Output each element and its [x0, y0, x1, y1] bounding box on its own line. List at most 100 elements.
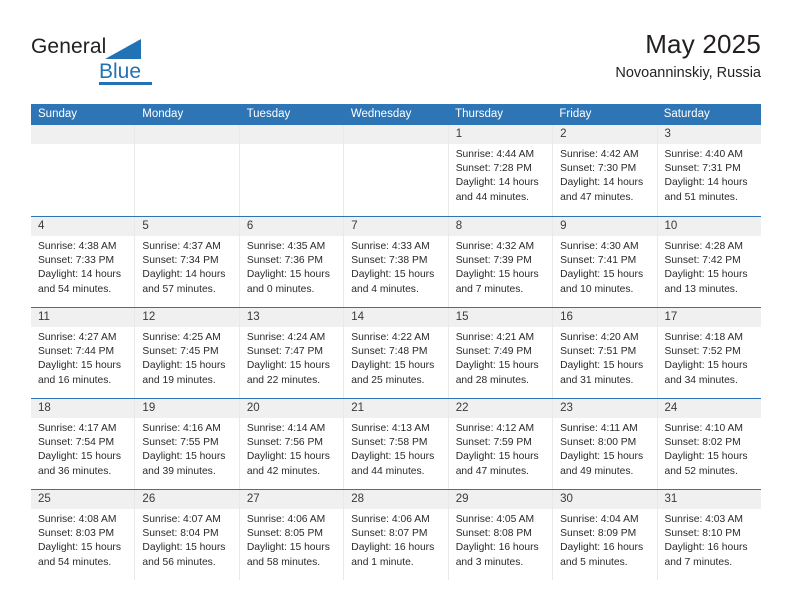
- calendar-day-cell[interactable]: 16 Sunrise: 4:20 AM Sunset: 7:51 PM Dayligh…: [553, 308, 658, 398]
- day-number: 23: [553, 399, 657, 418]
- calendar-day-cell[interactable]: 3 Sunrise: 4:40 AM Sunset: 7:31 PM Daylight…: [657, 125, 761, 216]
- calendar-day-cell[interactable]: 14 Sunrise: 4:22 AM Sunset: 7:48 PM Dayligh…: [344, 308, 449, 398]
- day-number: 8: [448, 217, 553, 236]
- sunrise-text: Sunrise: 4:17 AM: [38, 423, 117, 434]
- day-details: Sunrise: 4:38 AM Sunset: 7:33 PM Daylight:…: [31, 236, 134, 297]
- calendar-week-row: 1 Sunrise: 4:44 AM Sunset: 7:28 PM Daylight…: [31, 125, 761, 216]
- general-blue-logo[interactable]: General Blue: [31, 36, 221, 92]
- weekday-monday: Monday: [142, 108, 184, 120]
- sunset-text: Sunset: 8:09 PM: [560, 528, 637, 540]
- calendar-page: General Blue May 2025 Novoanninskiy, Rus…: [0, 0, 792, 612]
- day-number: 26: [135, 490, 239, 509]
- day-number: 21: [344, 399, 448, 418]
- sunset-text: Sunset: 7:38 PM: [351, 255, 428, 267]
- day-number: 27: [239, 490, 344, 509]
- sunset-text: Sunset: 8:07 PM: [351, 528, 428, 540]
- calendar-day-cell[interactable]: 6 Sunrise: 4:35 AM Sunset: 7:36 PM Daylight…: [239, 217, 345, 307]
- calendar-day-cell[interactable]: 1 Sunrise: 4:44 AM Sunset: 7:28 PM Daylight…: [448, 125, 554, 216]
- sunrise-text: Sunrise: 4:25 AM: [142, 332, 221, 343]
- calendar-day-cell[interactable]: 25 Sunrise: 4:08 AM Sunset: 8:03 PM Dayligh…: [31, 490, 136, 580]
- calendar-day-cell[interactable]: 8 Sunrise: 4:32 AM Sunset: 7:39 PM Daylight…: [448, 217, 554, 307]
- sunrise-text: Sunrise: 4:27 AM: [38, 332, 117, 343]
- calendar-day-cell[interactable]: 13 Sunrise: 4:24 AM Sunset: 7:47 PM Dayligh…: [239, 308, 345, 398]
- day-number: [135, 125, 239, 144]
- day-details: Sunrise: 4:08 AM Sunset: 8:03 PM Daylight:…: [31, 509, 134, 570]
- day-number: 31: [657, 490, 761, 509]
- day-details: Sunrise: 4:14 AM Sunset: 7:56 PM Daylight:…: [240, 418, 343, 479]
- calendar-day-cell[interactable]: 27 Sunrise: 4:06 AM Sunset: 8:05 PM Dayligh…: [239, 490, 345, 580]
- sunrise-text: Sunrise: 4:30 AM: [560, 241, 639, 252]
- calendar-day-cell[interactable]: 24 Sunrise: 4:10 AM Sunset: 8:02 PM Dayligh…: [657, 399, 761, 489]
- sunset-text: Sunset: 7:58 PM: [351, 437, 428, 449]
- calendar-day-cell[interactable]: 21 Sunrise: 4:13 AM Sunset: 7:58 PM Dayligh…: [344, 399, 449, 489]
- sunset-text: Sunset: 8:10 PM: [664, 528, 741, 540]
- calendar-day-cell[interactable]: 19 Sunrise: 4:16 AM Sunset: 7:55 PM Dayligh…: [135, 399, 240, 489]
- day-number: 2: [553, 125, 657, 144]
- sunset-text: Sunset: 8:03 PM: [38, 528, 115, 540]
- day-number: [239, 125, 344, 144]
- sunset-text: Sunset: 7:34 PM: [142, 255, 219, 267]
- sunrise-text: Sunrise: 4:24 AM: [246, 332, 326, 343]
- day-details: Sunrise: 4:33 AM Sunset: 7:38 PM Daylight:…: [344, 236, 447, 297]
- weekday-header-row: Sunday Monday Tuesday Wednesday Thursday…: [31, 104, 761, 125]
- sunset-text: Sunset: 7:52 PM: [664, 346, 741, 358]
- calendar-day-cell[interactable]: 11 Sunrise: 4:27 AM Sunset: 7:44 PM Dayligh…: [31, 308, 136, 398]
- calendar-day-cell[interactable]: 9 Sunrise: 4:30 AM Sunset: 7:41 PM Daylight…: [553, 217, 658, 307]
- calendar-day-cell[interactable]: 26 Sunrise: 4:07 AM Sunset: 8:04 PM Dayligh…: [135, 490, 240, 580]
- calendar-day-cell[interactable]: 10 Sunrise: 4:28 AM Sunset: 7:42 PM Dayligh…: [657, 217, 761, 307]
- day-details: Sunrise: 4:42 AM Sunset: 7:30 PM Daylight:…: [553, 144, 656, 205]
- calendar-week-row: 25 Sunrise: 4:08 AM Sunset: 8:03 PM Dayligh…: [31, 489, 761, 580]
- calendar-day-cell[interactable]: 4 Sunrise: 4:38 AM Sunset: 7:33 PM Daylight…: [31, 217, 136, 307]
- day-number: 29: [448, 490, 553, 509]
- day-number: 14: [344, 308, 448, 327]
- calendar-day-cell[interactable]: 30 Sunrise: 4:04 AM Sunset: 8:09 PM Dayligh…: [553, 490, 658, 580]
- daylight-text: Daylight: 15 hours and 42 minutes.: [246, 451, 330, 477]
- calendar-day-cell[interactable]: 29 Sunrise: 4:05 AM Sunset: 8:08 PM Dayligh…: [448, 490, 554, 580]
- sunset-text: Sunset: 7:55 PM: [142, 437, 219, 449]
- calendar-day-cell[interactable]: 18 Sunrise: 4:17 AM Sunset: 7:54 PM Dayligh…: [31, 399, 136, 489]
- weekday-friday: Friday: [559, 108, 592, 120]
- calendar-day-cell[interactable]: 20 Sunrise: 4:14 AM Sunset: 7:56 PM Dayligh…: [239, 399, 345, 489]
- day-details: Sunrise: 4:32 AM Sunset: 7:39 PM Daylight:…: [449, 236, 552, 297]
- sunrise-text: Sunrise: 4:32 AM: [455, 241, 535, 252]
- daylight-text: Daylight: 15 hours and 34 minutes.: [664, 360, 748, 386]
- calendar-day-cell[interactable]: 28 Sunrise: 4:06 AM Sunset: 8:07 PM Dayligh…: [344, 490, 449, 580]
- sunrise-text: Sunrise: 4:33 AM: [351, 241, 430, 252]
- calendar-day-cell[interactable]: 31 Sunrise: 4:03 AM Sunset: 8:10 PM Dayligh…: [657, 490, 761, 580]
- daylight-text: Daylight: 15 hours and 13 minutes.: [664, 269, 748, 295]
- sunrise-text: Sunrise: 4:04 AM: [560, 514, 639, 525]
- daylight-text: Daylight: 15 hours and 16 minutes.: [38, 360, 121, 386]
- day-number: [344, 125, 448, 144]
- sunset-text: Sunset: 7:44 PM: [38, 346, 115, 358]
- sunrise-text: Sunrise: 4:12 AM: [455, 423, 535, 434]
- day-details: Sunrise: 4:27 AM Sunset: 7:44 PM Daylight:…: [31, 327, 134, 388]
- daylight-text: Daylight: 15 hours and 4 minutes.: [351, 269, 435, 295]
- calendar-day-cell-empty: [31, 125, 136, 216]
- day-number: 28: [344, 490, 448, 509]
- daylight-text: Daylight: 15 hours and 54 minutes.: [38, 542, 121, 568]
- sunset-text: Sunset: 7:59 PM: [455, 437, 532, 449]
- day-details: Sunrise: 4:20 AM Sunset: 7:51 PM Daylight:…: [553, 327, 656, 388]
- day-number: 19: [135, 399, 239, 418]
- calendar-day-cell[interactable]: 22 Sunrise: 4:12 AM Sunset: 7:59 PM Dayligh…: [448, 399, 554, 489]
- sunrise-text: Sunrise: 4:42 AM: [560, 149, 639, 160]
- day-details: Sunrise: 4:03 AM Sunset: 8:10 PM Daylight:…: [658, 509, 761, 570]
- calendar-day-cell-empty: [135, 125, 240, 216]
- calendar-day-cell[interactable]: 7 Sunrise: 4:33 AM Sunset: 7:38 PM Daylight…: [344, 217, 449, 307]
- weekday-saturday: Saturday: [663, 108, 710, 120]
- weekday-tuesday: Tuesday: [246, 108, 291, 120]
- calendar-day-cell[interactable]: 12 Sunrise: 4:25 AM Sunset: 7:45 PM Dayligh…: [135, 308, 240, 398]
- calendar-day-cell[interactable]: 5 Sunrise: 4:37 AM Sunset: 7:34 PM Daylight…: [135, 217, 240, 307]
- calendar-day-cell[interactable]: 15 Sunrise: 4:21 AM Sunset: 7:49 PM Dayligh…: [448, 308, 554, 398]
- logo-text-blue: Blue: [99, 60, 142, 83]
- daylight-text: Daylight: 15 hours and 39 minutes.: [142, 451, 226, 477]
- calendar-day-cell[interactable]: 23 Sunrise: 4:11 AM Sunset: 8:00 PM Dayligh…: [553, 399, 658, 489]
- day-details: Sunrise: 4:06 AM Sunset: 8:05 PM Daylight:…: [240, 509, 343, 570]
- calendar-day-cell[interactable]: 17 Sunrise: 4:18 AM Sunset: 7:52 PM Dayligh…: [657, 308, 761, 398]
- day-details: Sunrise: 4:24 AM Sunset: 7:47 PM Daylight:…: [240, 327, 343, 388]
- sunset-text: Sunset: 8:04 PM: [142, 528, 219, 540]
- sunset-text: Sunset: 7:28 PM: [455, 163, 532, 175]
- sunrise-text: Sunrise: 4:35 AM: [246, 241, 326, 252]
- calendar-day-cell[interactable]: 2 Sunrise: 4:42 AM Sunset: 7:30 PM Daylight…: [553, 125, 658, 216]
- sunrise-text: Sunrise: 4:16 AM: [142, 423, 221, 434]
